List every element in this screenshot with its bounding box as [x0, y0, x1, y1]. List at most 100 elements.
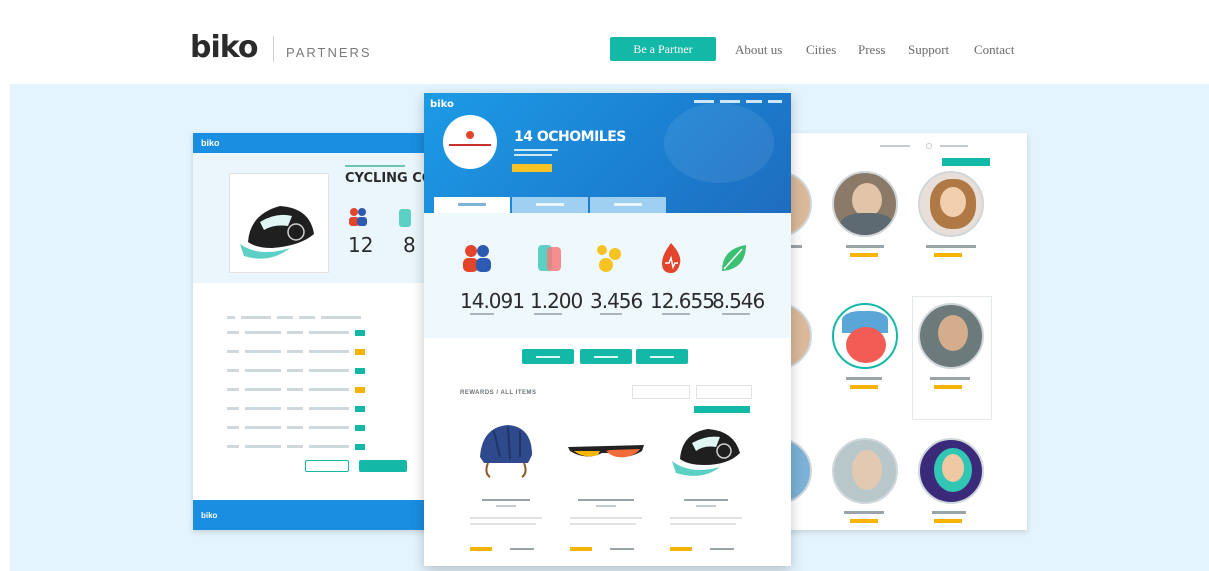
tooltip-button[interactable]	[942, 158, 990, 166]
calories-flame-icon	[662, 243, 681, 273]
be-a-partner-button[interactable]: Be a Partner	[610, 37, 716, 61]
tab-secondary[interactable]	[512, 197, 588, 213]
partner-logo	[443, 115, 497, 169]
nav-link-support[interactable]: Support	[908, 42, 949, 58]
stat-value: 8.546	[712, 289, 765, 313]
partner-logo-wordmark	[449, 144, 491, 146]
rating-stars	[934, 385, 962, 389]
nav-link-about[interactable]: About us	[735, 42, 782, 58]
product-name	[578, 499, 634, 501]
product-description	[670, 523, 736, 525]
partner-name	[846, 245, 884, 248]
table-row	[227, 419, 415, 431]
nav-link-press[interactable]: Press	[858, 42, 885, 58]
product-category	[596, 505, 616, 507]
secondary-button[interactable]	[305, 460, 349, 472]
stat-value: 1.200	[530, 289, 583, 313]
topnav-item	[746, 100, 762, 103]
rating-stars	[934, 253, 962, 257]
product-category	[696, 505, 716, 507]
stats-panel: 14.091 1.200 3.456 12.655 8.546	[424, 213, 791, 338]
footer-brand: biko	[201, 511, 218, 520]
stat-label	[722, 313, 750, 315]
avatar[interactable]	[918, 303, 984, 369]
partner-logo-mark	[466, 131, 474, 139]
reward-item-helmet[interactable]	[460, 413, 552, 563]
tab-rewards[interactable]	[434, 197, 510, 213]
partner-name	[926, 245, 976, 248]
title-underline	[345, 165, 405, 167]
sunglasses-icon	[568, 445, 644, 458]
partner-profile-screenshot: biko 14 OCHOMILES 14.091 1.200 3.456 12.…	[424, 93, 791, 566]
product-description	[670, 517, 742, 519]
people-icon	[463, 245, 491, 272]
stat-value: 14.091	[460, 289, 525, 313]
partner-subtitle	[514, 154, 552, 156]
filter-select[interactable]	[632, 385, 690, 399]
stat-value: 8	[403, 233, 416, 257]
left-card-footer: biko	[193, 500, 438, 530]
primary-button[interactable]	[359, 460, 407, 472]
filter-label	[880, 145, 910, 147]
tab-label	[614, 203, 642, 206]
table-row	[227, 400, 415, 412]
product-category	[496, 505, 516, 507]
action-button[interactable]	[636, 349, 688, 364]
people-icon	[349, 208, 367, 226]
logo-divider	[273, 36, 274, 62]
avatar[interactable]	[918, 171, 984, 237]
sort-label	[940, 145, 968, 147]
partner-name	[846, 377, 882, 380]
points-label	[610, 548, 634, 550]
table-row	[227, 362, 415, 374]
stat-label	[600, 313, 622, 315]
table-row	[227, 438, 415, 450]
action-button[interactable]	[580, 349, 632, 364]
product-description	[570, 523, 636, 525]
reward-item-cap[interactable]	[660, 413, 752, 563]
avatar[interactable]	[832, 303, 898, 369]
section-title: REWARDS / ALL ITEMS	[460, 390, 537, 396]
cycling-cap-icon	[672, 429, 740, 476]
table-row	[227, 324, 415, 336]
sort-select[interactable]	[696, 385, 752, 399]
table-row	[227, 343, 415, 355]
profile-tabs	[424, 197, 791, 213]
topnav-item	[768, 100, 782, 103]
stat-value: 12	[348, 233, 374, 257]
partner-name-title: 14 OCHOMILES	[514, 129, 626, 145]
action-button[interactable]	[522, 349, 574, 364]
avatar[interactable]	[832, 438, 898, 504]
rating-stars	[670, 547, 692, 551]
product-description	[470, 517, 542, 519]
tab-tertiary[interactable]	[590, 197, 666, 213]
avatar[interactable]	[918, 438, 984, 504]
center-card-brand: biko	[430, 99, 454, 110]
reward-item-sunglasses[interactable]	[560, 413, 652, 563]
tab-label	[458, 203, 486, 206]
stat-value: 3.456	[590, 289, 643, 313]
table-row	[227, 381, 415, 393]
rating-stars	[850, 519, 878, 523]
partner-name	[930, 377, 970, 380]
cycling-cap-icon	[240, 206, 314, 259]
leaf-icon	[722, 245, 746, 271]
nav-link-contact[interactable]: Contact	[974, 42, 1014, 58]
product-name	[482, 499, 530, 501]
avatar[interactable]	[832, 171, 898, 237]
rating-stars	[570, 547, 592, 551]
biko-logo[interactable]: biko	[190, 30, 259, 65]
partner-name	[844, 511, 884, 514]
nav-link-cities[interactable]: Cities	[806, 42, 836, 58]
partner-subtitle	[514, 149, 558, 151]
table-header	[227, 309, 415, 320]
left-card-header: biko	[193, 133, 438, 153]
product-description	[570, 517, 642, 519]
battery-icon	[399, 209, 411, 227]
search-icon[interactable]	[926, 143, 932, 149]
button-label	[650, 356, 674, 358]
rating-stars	[470, 547, 492, 551]
partners-grid-screenshot	[746, 133, 1027, 530]
follow-button[interactable]	[512, 164, 552, 172]
world-map-decoration	[664, 103, 774, 183]
